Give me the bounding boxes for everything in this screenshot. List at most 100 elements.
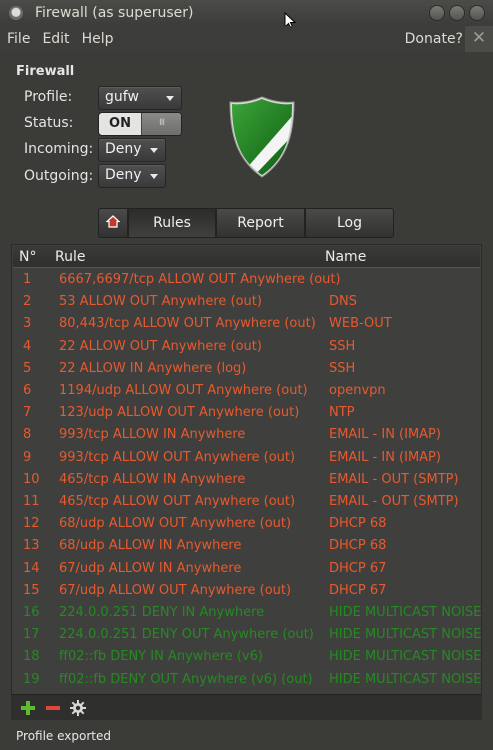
incoming-select[interactable]: Deny <box>98 138 166 162</box>
table-row[interactable]: 12 68/udp ALLOW OUT Anywhere (out) DHCP 68 <box>13 512 480 534</box>
rule-number: 8 <box>23 427 32 443</box>
rules-list: N° Rule Name 1 6667,6697/tcp ALLOW OUT An… <box>11 244 482 720</box>
minimize-button[interactable] <box>429 5 445 21</box>
tab-report[interactable]: Report <box>216 208 305 238</box>
rule-name: DHCP 68 <box>329 516 387 532</box>
donate-menu[interactable]: Donate? <box>405 31 463 47</box>
rule-text: 80,443/tcp ALLOW OUT Anywhere (out) <box>59 316 316 332</box>
table-row[interactable]: 19 ff02::fb DENY OUT Anywhere (v6) (out) H… <box>13 668 482 690</box>
rule-name: HIDE MULTICAST NOISE <box>329 671 482 687</box>
rule-number: 14 <box>23 560 40 576</box>
rule-name: EMAIL - IN (IMAP) <box>329 427 441 443</box>
close-window-button[interactable] <box>469 5 485 21</box>
table-row[interactable]: 14 67/udp ALLOW IN Anywhere DHCP 67 <box>13 557 480 579</box>
table-row[interactable]: 2 53 ALLOW OUT Anywhere (out) DNS <box>13 290 480 312</box>
table-row[interactable]: 3 80,443/tcp ALLOW OUT Anywhere (out) WEB-… <box>13 312 480 334</box>
status-toggle[interactable]: ON III <box>98 112 182 136</box>
table-row[interactable]: 6 1194/udp ALLOW OUT Anywhere (out) openvp… <box>13 379 480 401</box>
table-row[interactable]: 15 67/udp ALLOW OUT Anywhere (out) DHCP 67 <box>13 579 480 601</box>
rule-name: EMAIL - IN (IMAP) <box>329 449 441 465</box>
outgoing-label: Outgoing: <box>24 168 94 184</box>
rule-name: DHCP 67 <box>329 560 387 576</box>
minus-icon[interactable] <box>45 700 61 716</box>
rule-number: 11 <box>23 494 40 509</box>
section-title: Firewall <box>16 64 75 79</box>
incoming-label: Incoming: <box>24 141 94 157</box>
menu-edit[interactable]: Edit <box>36 31 75 47</box>
column-header-name[interactable]: Name <box>325 249 366 265</box>
table-row[interactable]: 4 22 ALLOW OUT Anywhere (out) SSH <box>13 335 480 357</box>
rule-text: 123/udp ALLOW OUT Anywhere (out) <box>59 405 300 421</box>
table-row[interactable]: 13 68/udp ALLOW IN Anywhere DHCP 68 <box>13 534 480 556</box>
rule-number: 1 <box>23 272 32 287</box>
status-value: ON <box>109 116 131 131</box>
close-icon[interactable]: ✕ <box>465 26 493 52</box>
rule-number: 19 <box>23 671 40 687</box>
gear-icon[interactable] <box>70 700 86 716</box>
rule-number: 13 <box>23 538 40 554</box>
rule-text: 67/udp ALLOW IN Anywhere <box>59 560 242 576</box>
app-menu-icon[interactable] <box>9 6 23 20</box>
column-header-rule[interactable]: Rule <box>55 249 85 265</box>
rule-number: 18 <box>23 649 40 665</box>
home-tab[interactable] <box>98 208 128 238</box>
profile-label: Profile: <box>24 89 73 105</box>
rule-number: 12 <box>23 516 40 532</box>
rule-name: EMAIL - OUT (SMTP) <box>329 471 459 487</box>
rule-name: EMAIL - OUT (SMTP) <box>329 494 459 509</box>
rule-text: 465/tcp ALLOW OUT Anywhere (out) <box>59 494 296 509</box>
rule-text: ff02::fb DENY IN Anywhere (v6) <box>59 649 263 665</box>
table-row[interactable]: 16 224.0.0.251 DENY IN Anywhere HIDE MULTI… <box>13 601 481 623</box>
chevron-down-icon <box>150 148 158 153</box>
tab-rules[interactable]: Rules <box>128 208 216 238</box>
plus-icon[interactable] <box>20 700 36 716</box>
rule-text: 993/tcp ALLOW OUT Anywhere (out) <box>59 449 296 465</box>
table-row[interactable]: 5 22 ALLOW IN Anywhere (log) SSH <box>13 357 480 379</box>
table-row[interactable]: 8 993/tcp ALLOW IN Anywhere EMAIL - IN (IM… <box>13 423 480 445</box>
rule-name: DHCP 68 <box>329 538 387 554</box>
table-row[interactable]: 9 993/tcp ALLOW OUT Anywhere (out) EMAIL -… <box>13 446 480 468</box>
menu-file[interactable]: File <box>1 31 36 47</box>
outgoing-select[interactable]: Deny <box>98 164 166 188</box>
rule-name: SSH <box>329 360 356 376</box>
rule-number: 9 <box>23 449 32 465</box>
rule-name: NTP <box>329 405 355 421</box>
table-row[interactable]: 7 123/udp ALLOW OUT Anywhere (out) NTP <box>13 401 480 423</box>
rule-number: 5 <box>23 360 32 376</box>
rule-name: DNS <box>329 294 357 310</box>
toggle-knob[interactable]: III <box>141 113 181 135</box>
title-bar: Firewall (as superuser) <box>0 0 493 26</box>
rule-text: 224.0.0.251 DENY IN Anywhere <box>59 605 265 620</box>
table-row[interactable]: 18 ff02::fb DENY IN Anywhere (v6) HIDE MUL… <box>13 645 482 667</box>
rule-text: 68/udp ALLOW IN Anywhere <box>59 538 242 554</box>
rule-name: HIDE MULTICAST NOISE <box>329 627 482 643</box>
rule-name: HIDE MULTICAST NOISE <box>329 649 482 665</box>
table-row[interactable]: 11 465/tcp ALLOW OUT Anywhere (out) EMAIL … <box>13 490 480 512</box>
table-row[interactable]: 17 224.0.0.251 DENY OUT Anywhere (out) HID… <box>13 623 482 645</box>
chevron-down-icon <box>150 174 158 179</box>
profile-value: gufw <box>105 89 139 105</box>
rule-number: 15 <box>23 582 40 598</box>
table-row[interactable]: 1 6667,6697/tcp ALLOW OUT Anywhere (out) <box>13 268 480 290</box>
menu-help[interactable]: Help <box>76 31 120 47</box>
status-label: Status: <box>24 115 74 131</box>
window-title: Firewall (as superuser) <box>35 5 194 21</box>
tab-log[interactable]: Log <box>305 208 394 238</box>
rule-text: 465/tcp ALLOW IN Anywhere <box>59 471 246 487</box>
column-header-number[interactable]: N° <box>19 249 36 265</box>
rule-name: WEB-OUT <box>329 316 392 332</box>
rule-text: 22 ALLOW OUT Anywhere (out) <box>59 338 262 354</box>
table-row[interactable]: 10 465/tcp ALLOW IN Anywhere EMAIL - OUT (… <box>13 468 480 490</box>
rule-text: 224.0.0.251 DENY OUT Anywhere (out) <box>59 627 314 643</box>
maximize-button[interactable] <box>449 5 465 21</box>
rule-number: 7 <box>23 405 32 421</box>
rule-name: openvpn <box>329 383 386 398</box>
status-bar-text: Profile exported <box>16 729 111 743</box>
rule-text: 6667,6697/tcp ALLOW OUT Anywhere (out) <box>59 272 341 287</box>
profile-select[interactable]: gufw <box>98 86 182 110</box>
rule-text: ff02::fb DENY OUT Anywhere (v6) (out) <box>59 671 313 687</box>
rule-text: 1194/udp ALLOW OUT Anywhere (out) <box>59 383 308 398</box>
rule-number: 17 <box>23 627 40 643</box>
rule-number: 2 <box>23 294 32 310</box>
home-icon <box>105 214 121 232</box>
